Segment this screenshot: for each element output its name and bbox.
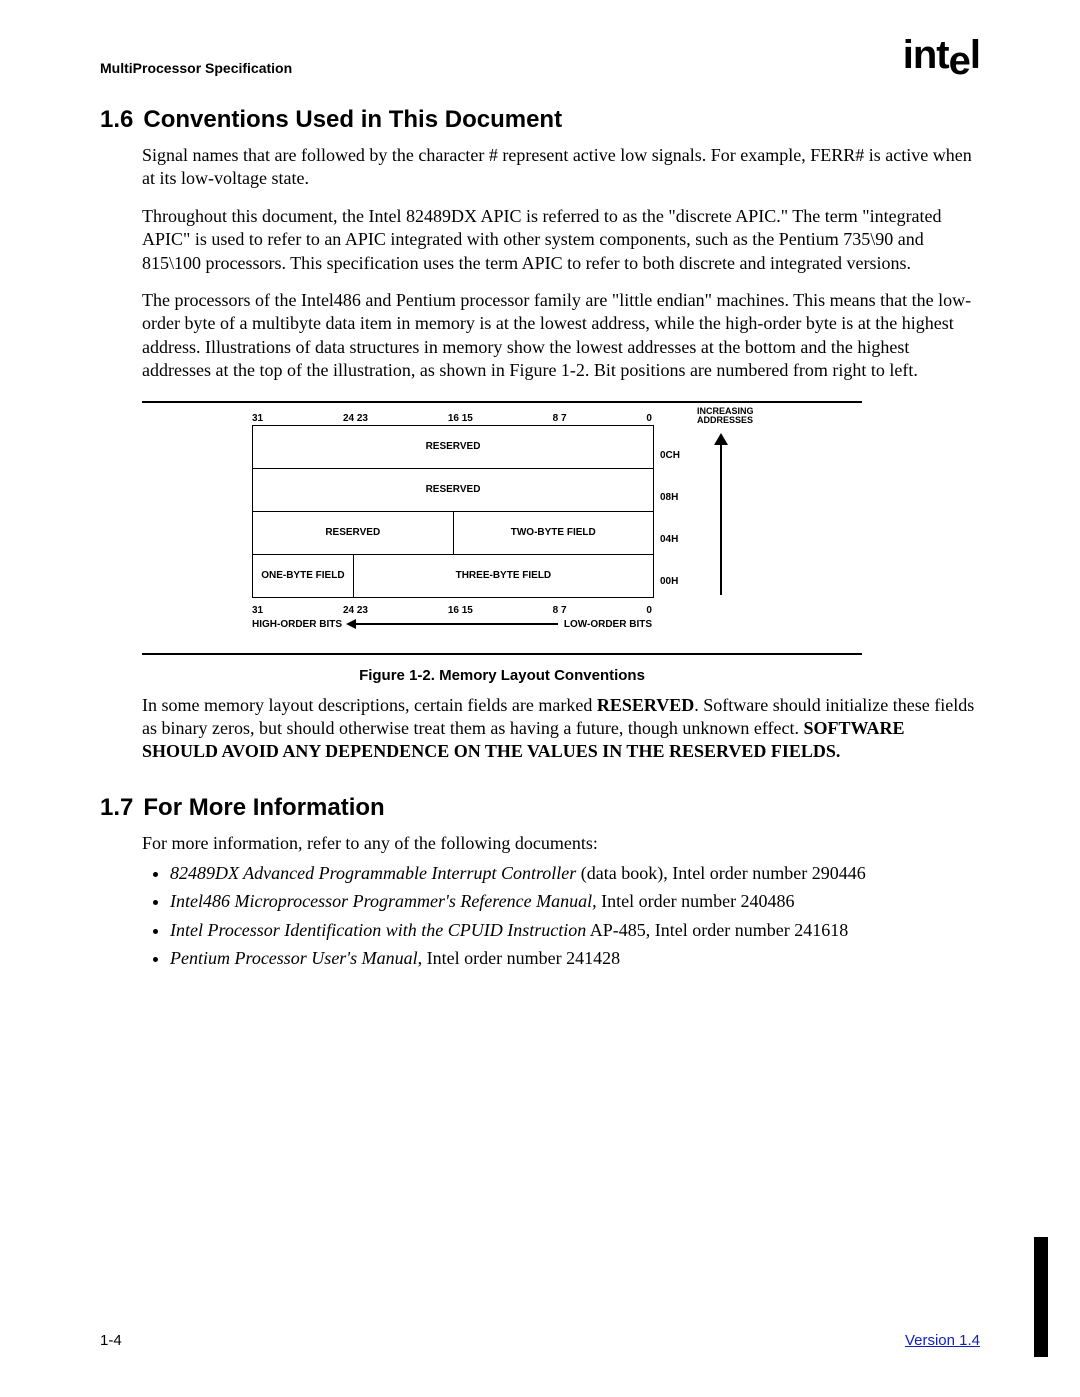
bit-labels-bottom: 31 24 23 16 15 8 7 0: [252, 605, 652, 616]
para-reserved: In some memory layout descriptions, cert…: [142, 694, 980, 764]
cell-three-byte-field: THREE-BYTE FIELD: [353, 555, 653, 597]
figure-caption: Figure 1-2. Memory Layout Conventions: [142, 667, 862, 684]
section-title: Conventions Used in This Document: [143, 106, 562, 133]
address-column: 0CH 08H 04H 00H: [660, 435, 680, 603]
cell-reserved-04: RESERVED: [253, 512, 453, 554]
para-2: Throughout this document, the Intel 8248…: [142, 205, 980, 275]
bit-labels-top: 31 24 23 16 15 8 7 0: [252, 413, 652, 424]
for-more-intro: For more information, refer to any of th…: [142, 832, 980, 855]
para-1: Signal names that are followed by the ch…: [142, 144, 980, 191]
section-number: 1.7: [100, 794, 133, 821]
high-order-bits-label: HIGH-ORDER BITS: [252, 619, 342, 630]
arrow-up-icon: [720, 435, 722, 595]
section-heading-1-7: 1.7 For More Information: [100, 794, 980, 822]
reference-list: 82489DX Advanced Programmable Interrupt …: [142, 861, 980, 970]
ref-item: Pentium Processor User's Manual, Intel o…: [170, 946, 980, 970]
section-title: For More Information: [143, 794, 384, 821]
cell-reserved-0c: RESERVED: [253, 426, 653, 468]
page-number: 1-4: [100, 1332, 122, 1349]
memory-layout-table: RESERVED RESERVED RESERVED TWO-BYTE FIEL…: [252, 425, 654, 598]
cell-two-byte-field: TWO-BYTE FIELD: [453, 512, 654, 554]
version-link[interactable]: Version 1.4: [905, 1332, 980, 1349]
low-order-bits-label: LOW-ORDER BITS: [564, 619, 652, 630]
section-heading-1-6: 1.6 Conventions Used in This Document: [100, 106, 980, 134]
page-edge-marker: [1034, 1237, 1048, 1357]
ref-item: Intel486 Microprocessor Programmer's Ref…: [170, 889, 980, 913]
ref-item: Intel Processor Identification with the …: [170, 918, 980, 942]
bit-order-labels: HIGH-ORDER BITS LOW-ORDER BITS: [252, 619, 652, 630]
cell-reserved-08: RESERVED: [253, 469, 653, 511]
ref-item: 82489DX Advanced Programmable Interrupt …: [170, 861, 980, 885]
running-header: MultiProcessor Specification: [100, 60, 292, 76]
section-number: 1.6: [100, 106, 133, 133]
intel-logo: intel: [903, 35, 980, 75]
figure-1-2: 31 24 23 16 15 8 7 0 INCREASING ADDRESSE…: [142, 401, 980, 684]
increasing-addresses-label: INCREASING ADDRESSES: [697, 407, 754, 427]
arrow-left-icon: [348, 623, 558, 625]
para-3: The processors of the Intel486 and Penti…: [142, 289, 980, 383]
cell-one-byte-field: ONE-BYTE FIELD: [253, 555, 353, 597]
